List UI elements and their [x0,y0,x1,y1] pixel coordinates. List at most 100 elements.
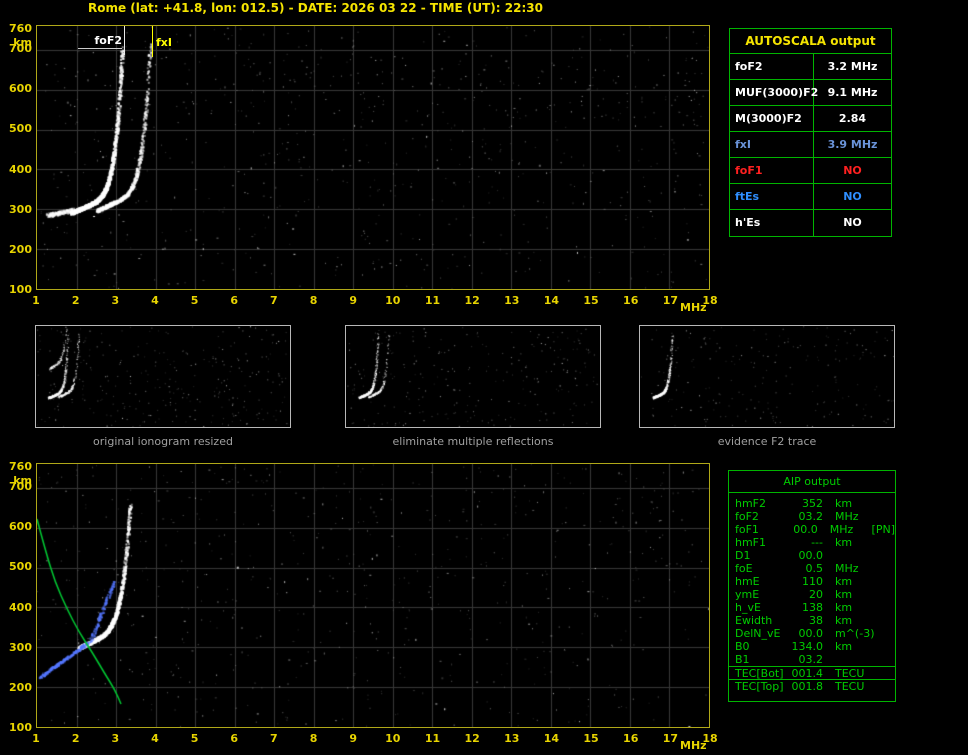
aip-row: hmE 110 km [729,575,895,588]
x-axis-unit: MHz [680,301,707,314]
x-tick-label: 11 [424,294,441,307]
page-title: Rome (lat: +41.8, lon: 012.5) - DATE: 20… [88,1,543,15]
aip-row-note [871,627,895,640]
x-tick-label: 12 [464,294,480,307]
aip-row-note [871,601,895,614]
aip-row-label: hmF2 [735,497,767,510]
x-tick-label: 5 [190,294,199,307]
x-tick-label: 15 [583,732,599,745]
original-ionogram-canvas [36,326,290,427]
x-tick-label: 5 [190,732,199,745]
aip-row-value: 001.8 [791,680,824,693]
aip-row-label: h_vE [735,601,761,614]
aip-row-note [871,510,895,523]
aip-row: B0 134.0 km [729,640,895,653]
aip-row: h_vE 138 km [729,601,895,614]
panel-evidence-f2-trace [639,325,895,428]
scaled-ionogram-plot: foF2 fxI [36,25,710,290]
aip-row: foF2 03.2 MHz [729,510,895,523]
autoscala-row-label: fxI [730,132,814,157]
y-tick-label: 200 [9,242,32,256]
autoscala-row-value: NO [843,164,862,177]
aip-row-note [871,497,895,510]
aip-row-unit: km [835,640,853,653]
aip-row: DelN_vE 00.0 m^(-3) [729,627,895,640]
x-tick-label: 13 [504,732,520,745]
aip-row-unit: m^(-3) [835,627,875,640]
x-tick-label: 9 [349,732,357,745]
aip-row-value: 00.0 [798,627,824,640]
x-tick-label: 6 [230,294,239,307]
aip-row-value: 001.4 [791,667,824,680]
autoscala-row-label: ftEs [730,184,814,209]
aip-row: hmF2 352 km [729,497,895,510]
aip-row: foE 0.5 MHz [729,562,895,575]
y-tick-label: 500 [9,122,32,136]
aip-row-value: 138 [802,601,823,614]
autoscala-row: h'Es NO [730,210,891,236]
aip-row-label: ymE [735,588,760,601]
autoscala-row-value: 3.2 MHz [827,60,878,73]
autoscala-row: foF1 NO [730,158,891,184]
y-tick-label: 300 [9,640,32,654]
aip-row-value: 00.0 [798,549,824,562]
autoscala-row-value: NO [843,216,862,229]
aip-row-note [871,680,895,692]
aip-row-label: TEC[Bot] [735,667,784,680]
autoscala-row-label: h'Es [730,210,814,236]
aip-row-note: [PN] [871,523,895,536]
y-axis-unit: km [13,36,32,49]
x-tick-label: 2 [71,294,80,307]
y-tick-label: 500 [9,560,32,574]
aip-row-label: hmF1 [735,536,767,549]
aip-row: ymE 20 km [729,588,895,601]
aip-row-value: 03.2 [798,653,824,666]
aip-output-table: AIP output hmF2 352 km foF2 03.2 MHz foF1 00.0 M… [728,470,896,702]
autoscala-table-title: AUTOSCALA output [730,29,891,54]
y-tick-label: 400 [9,600,32,614]
aip-row-unit: km [835,497,853,510]
aip-row-label: Ewidth [735,614,773,627]
x-tick-label: 7 [270,294,278,307]
aip-row-value: 0.5 [805,562,824,575]
aip-row-note [871,640,895,653]
x-tick-label: 3 [111,294,120,307]
aip-row-note [871,614,895,627]
aip-table-title: AIP output [729,471,895,493]
x-tick-label: 8 [309,732,318,745]
y-tick-label: 400 [9,162,32,176]
autoscala-table-body: foF2 3.2 MHz MUF(3000)F2 9.1 MHz M(3000)F2 2.… [730,54,891,236]
aip-row-unit: MHz [829,523,854,536]
aip-row-value: 38 [809,614,823,627]
aip-row-unit [823,653,871,666]
aip-row-unit: MHz [835,510,859,523]
autoscala-output-table: AUTOSCALA output foF2 3.2 MHz MUF(3000)F2 9… [729,28,892,237]
aip-row-value: --- [811,536,823,549]
ionogram-screen: Rome (lat: +41.8, lon: 012.5) - DATE: 20… [0,0,968,755]
autoscala-row: foF2 3.2 MHz [730,54,891,80]
caption-evidence-f2-trace: evidence F2 trace [717,435,817,448]
eliminate-reflections-canvas [346,326,600,427]
aip-row: D1 00.0 [729,549,895,562]
y-tick-label: 760 [9,22,32,35]
x-tick-label: 1 [32,294,40,307]
aip-row-value: 352 [802,497,823,510]
autoscala-row: M(3000)F2 2.84 [730,106,891,132]
x-tick-label: 4 [151,294,159,307]
x-tick-label: 4 [151,732,159,745]
evidence-f2-trace-canvas [640,326,894,427]
panel-eliminate-reflections [345,325,601,428]
autoscala-row-label: foF2 [730,54,814,79]
x-tick-label: 10 [385,294,401,307]
aip-table-body: hmF2 352 km foF2 03.2 MHz foF1 00.0 MHz [PN] hmF1 -… [729,493,895,693]
x-tick-label: 10 [385,732,401,745]
x-tick-label: 3 [111,732,120,745]
y-axis-unit: km [13,474,32,487]
aip-row-unit: TECU [835,667,865,680]
aip-row-label: TEC[Top] [735,680,784,693]
aip-row-note [871,562,895,575]
x-tick-label: 15 [583,294,599,307]
aip-row: B1 03.2 [729,653,895,666]
aip-row-label: D1 [735,549,751,562]
aip-row: foF1 00.0 MHz [PN] [729,523,895,536]
